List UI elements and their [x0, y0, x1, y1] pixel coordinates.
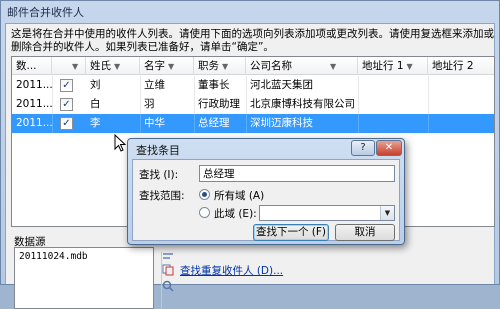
- this-field-label: 此域 (E):: [214, 208, 257, 220]
- cell-source: 2011...: [16, 79, 52, 91]
- cell-source: 2011...: [16, 98, 52, 110]
- cell-first-name: 羽: [144, 98, 155, 110]
- column-header-source[interactable]: 数...: [12, 57, 52, 75]
- cell-last-name: 李: [90, 117, 101, 129]
- cell-first-name: 立维: [144, 79, 165, 91]
- chevron-down-icon[interactable]: ▼: [380, 206, 394, 220]
- cell-first-name: 中华: [144, 117, 165, 129]
- find-input[interactable]: [199, 165, 395, 182]
- recipient-checkbox[interactable]: ✓: [60, 79, 73, 92]
- column-separator: [358, 114, 359, 133]
- column-header-address2[interactable]: 地址行 2: [428, 57, 494, 75]
- this-field-radio[interactable]: [199, 207, 210, 218]
- sort-arrow-icon: ▼: [406, 62, 413, 71]
- datasource-item[interactable]: 20111024.mdb: [19, 251, 149, 262]
- find-duplicates-link[interactable]: 查找重复收件人 (D)...: [180, 263, 283, 277]
- all-fields-radio[interactable]: [199, 189, 210, 200]
- find-next-button[interactable]: 查找下一个 (F): [253, 224, 329, 241]
- column-separator: [358, 76, 359, 95]
- dialog-title: 查找条目: [136, 144, 180, 157]
- column-separator: [52, 95, 53, 114]
- cell-last-name: 白: [90, 98, 101, 110]
- all-fields-label: 所有域 (A): [214, 190, 265, 202]
- column-header-first-name[interactable]: 名字 ▼: [140, 57, 194, 75]
- recipient-checkbox[interactable]: ✓: [60, 98, 73, 111]
- sort-icon: [162, 251, 174, 263]
- cell-source: 2011...: [16, 117, 52, 129]
- table-row[interactable]: 2011... ✓ 刘 立维 董事长 河北蓝天集团: [12, 76, 494, 95]
- sort-arrow-icon: ▼: [114, 62, 121, 71]
- cell-last-name: 刘: [90, 79, 101, 91]
- scope-label: 查找范围:: [139, 190, 185, 202]
- cell-company: 北京康博科技有限公司: [250, 98, 355, 110]
- cell-title: 总经理: [198, 117, 230, 129]
- field-select[interactable]: ▼: [259, 205, 395, 221]
- help-button[interactable]: ?: [351, 140, 375, 156]
- cell-company: 深圳迈康科技: [250, 117, 313, 129]
- find-duplicates-icon: [162, 264, 174, 276]
- close-button[interactable]: ✕: [376, 140, 402, 156]
- column-header-title[interactable]: 职务 ▼: [194, 57, 246, 75]
- cell-title: 行政助理: [198, 98, 240, 110]
- sort-arrow-icon: ▼: [72, 62, 79, 71]
- find-label: 查找 (I):: [139, 169, 179, 181]
- column-separator: [428, 114, 429, 133]
- sort-arrow-icon: ▼: [168, 62, 175, 71]
- table-row[interactable]: 2011... ✓ 白 羽 行政助理 北京康博科技有限公司: [12, 95, 494, 114]
- sort-arrow-icon: ▼: [330, 62, 337, 71]
- find-recipient-icon: [162, 280, 174, 292]
- column-separator: [52, 76, 53, 95]
- column-header-address1[interactable]: 地址行 1 ▼: [358, 57, 428, 75]
- column-separator: [428, 76, 429, 95]
- window-title: 邮件合并收件人: [7, 6, 84, 19]
- refine-links-panel: 查找重复收件人 (D)...: [161, 252, 491, 309]
- column-separator: [428, 95, 429, 114]
- cell-title: 董事长: [198, 79, 230, 91]
- recipient-checkbox[interactable]: ✓: [60, 117, 73, 130]
- table-row-selected[interactable]: 2011... ✓ 李 中华 总经理 深圳迈康科技: [12, 114, 494, 133]
- dialog-body: 查找 (I): 查找范围: 所有域 (A) 此域 (E): ▼ 查找下一个 (F…: [132, 159, 400, 241]
- intro-text: 这是将在合并中使用的收件人列表。请使用下面的选项向列表添加项或更改列表。请使用复…: [11, 28, 494, 53]
- mouse-pointer-icon: [114, 134, 126, 152]
- cancel-button[interactable]: 取消: [335, 224, 395, 241]
- column-header-checkbox[interactable]: ▼: [52, 57, 86, 75]
- datasource-list[interactable]: 20111024.mdb: [14, 247, 154, 309]
- column-header-last-name[interactable]: 姓氏 ▼: [86, 57, 140, 75]
- column-separator: [358, 95, 359, 114]
- column-separator: [52, 114, 53, 133]
- sort-arrow-icon: ▼: [222, 62, 229, 71]
- list-header: 数... ▼ 姓氏 ▼ 名字 ▼ 职务 ▼ 公司名称 ▼ 地址行 1 ▼ 地址行 2: [12, 57, 494, 75]
- find-entry-dialog: 查找条目 ? ✕ 查找 (I): 查找范围: 所有域 (A) 此域 (E): ▼…: [127, 138, 405, 245]
- cell-company: 河北蓝天集团: [250, 79, 313, 91]
- column-header-company[interactable]: 公司名称 ▼: [246, 57, 358, 75]
